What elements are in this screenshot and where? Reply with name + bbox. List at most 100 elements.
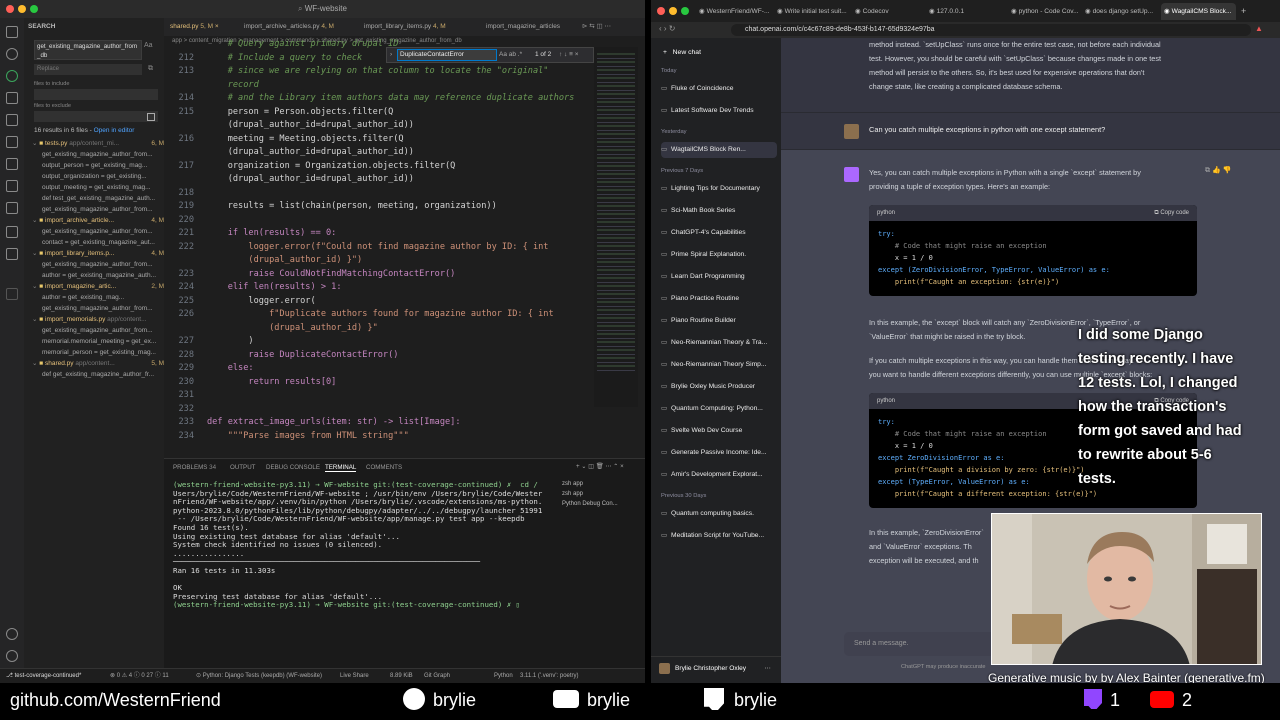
search-result-match[interactable]: def get_existing_magazine_author_fr...: [42, 370, 160, 380]
chat-history-item[interactable]: ▭ WagtailCMS Block Ren...: [661, 142, 777, 158]
database-icon[interactable]: [6, 248, 18, 260]
status-git-graph[interactable]: Git Graph: [424, 669, 450, 683]
terminal-icon[interactable]: [6, 288, 18, 300]
replace-input[interactable]: Replace: [34, 64, 142, 75]
search-result-match[interactable]: get_existing_magazine_author_from...: [42, 227, 160, 237]
code-text[interactable]: (drupal_author_id) }"): [207, 254, 362, 268]
new-tab-icon[interactable]: +: [1241, 3, 1251, 20]
tab-output[interactable]: OUTPUT: [230, 464, 255, 471]
code-line[interactable]: 231: [164, 389, 634, 403]
browser-tab[interactable]: ◉ python - Code Cov...: [1011, 3, 1081, 20]
toggle-replace-icon[interactable]: ›: [390, 48, 392, 62]
code-text[interactable]: record: [207, 79, 259, 93]
find-nav-icons[interactable]: ↑ ↓ ≡ ×: [559, 48, 579, 62]
terminal-session[interactable]: Python Debug Con...: [562, 499, 618, 509]
search-result-match[interactable]: author = get_existing_mag...: [42, 293, 160, 303]
code-lines[interactable]: # Query against primary drupal ID 212 # I…: [164, 38, 594, 458]
search-result-match[interactable]: memorial.memorial_meeting = get_ex...: [42, 337, 160, 347]
tab-import-magazine-articles[interactable]: import_magazine_articles: [486, 18, 560, 36]
tab-import-archive-articles[interactable]: import_archive_articles.py 4, M: [244, 18, 334, 36]
status-python-version[interactable]: 3.11.1 ('.venv': poetry): [520, 669, 579, 683]
code-line[interactable]: 213 # since we are relying on that colum…: [164, 65, 634, 79]
find-input[interactable]: DuplicateContactError: [397, 49, 497, 61]
code-text[interactable]: elif len(results) > 1:: [207, 281, 342, 295]
chat-history-item[interactable]: ▭ Meditation Script for YouTube...: [661, 528, 777, 544]
search-result-match[interactable]: output_person = get_existing_mag...: [42, 161, 160, 171]
chat-history-item[interactable]: ▭ Fluke of Coincidence: [661, 81, 777, 97]
search-result-match[interactable]: output_organization = get_existing...: [42, 172, 160, 182]
back-forward-reload-icons[interactable]: ‹ › ↻: [659, 24, 675, 33]
chat-history-item[interactable]: ▭ Lighting Tips for Documentary: [661, 181, 777, 197]
chat-history-item[interactable]: ▭ ChatGPT-4's Capabilities: [661, 225, 777, 241]
open-in-editor-link[interactable]: Open in editor: [94, 127, 135, 134]
settings-gear-icon[interactable]: [6, 650, 18, 662]
docker-icon[interactable]: [6, 202, 18, 214]
chat-history-item[interactable]: ▭ Neo-Riemannian Theory & Tra...: [661, 335, 777, 351]
code-line[interactable]: 219 results = list(chain(person, meeting…: [164, 200, 634, 214]
code-line[interactable]: 214 # and the Library item authors data …: [164, 92, 634, 106]
code-line[interactable]: 222 logger.error(f"Could not find magazi…: [164, 241, 634, 255]
code-text[interactable]: logger.error(: [207, 295, 315, 309]
code-line[interactable]: 220: [164, 214, 634, 228]
code-line[interactable]: (drupal_author_id=drupal_author_id)): [164, 146, 634, 160]
code-text[interactable]: (drupal_author_id=drupal_author_id)): [207, 146, 414, 160]
code-line[interactable]: 228 raise DuplicateContactError(): [164, 349, 634, 363]
code-line[interactable]: 216 meeting = Meeting.objects.filter(Q: [164, 133, 634, 147]
search-result-match[interactable]: contact = get_existing_magazine_aut...: [42, 238, 160, 248]
brave-shield-icon[interactable]: ▲: [1255, 24, 1263, 33]
code-text[interactable]: raise CouldNotFindMatchingContactError(): [207, 268, 455, 282]
code-text[interactable]: return results[0]: [207, 376, 336, 390]
code-line[interactable]: 217 organization = Organization.objects.…: [164, 160, 634, 174]
code-text[interactable]: # since we are relying on that column to…: [207, 65, 549, 79]
status-problems[interactable]: ⊗ 0 ⚠ 4 ⓘ 0 27 ⓘ 11: [110, 669, 169, 683]
terminal-session[interactable]: zsh app: [562, 489, 618, 499]
search-options-icon[interactable]: Aa: [144, 42, 153, 49]
tab-import-library-items[interactable]: import_library_items.py 4, M: [364, 18, 446, 36]
search-result-match[interactable]: get_existing_magazine_author_from...: [42, 205, 160, 215]
search-result-match[interactable]: output_meeting = get_existing_mag...: [42, 183, 160, 193]
chat-history-item[interactable]: ▭ Piano Routine Builder: [661, 313, 777, 329]
terminal-session[interactable]: zsh app: [562, 479, 618, 489]
code-line[interactable]: 223 raise CouldNotFindMatchingContactErr…: [164, 268, 634, 282]
browser-tab-active[interactable]: ◉ WagtailCMS Block...: [1161, 3, 1236, 20]
search-result-file[interactable]: ⌄ ■ shared.py app/content... 5, M: [32, 359, 164, 369]
browser-tab[interactable]: ◉ Write initial test suit...: [777, 3, 851, 20]
editor-actions-icons[interactable]: ⊳ ⇆ ◫ ⋯: [582, 18, 611, 36]
code-text[interactable]: else:: [207, 362, 254, 376]
search-result-match[interactable]: def test_get_existing_magazine_auth...: [42, 194, 160, 204]
code-line[interactable]: 232: [164, 403, 634, 417]
zoom-window-icon[interactable]: [30, 5, 38, 13]
minimize-window-icon[interactable]: [669, 7, 677, 15]
code-line[interactable]: 229 else:: [164, 362, 634, 376]
status-debug-config[interactable]: ⊙ Python: Django Tests (keepdb) (WF-webs…: [196, 669, 322, 683]
chat-history-item[interactable]: ▭ Amir's Development Explorat...: [661, 467, 777, 483]
search-result-match[interactable]: memorial_person = get_existing_mag...: [42, 348, 160, 358]
code-line[interactable]: 225 logger.error(: [164, 295, 634, 309]
chat-history-item[interactable]: ▭ Learn Dart Programming: [661, 269, 777, 285]
extensions-icon[interactable]: [6, 114, 18, 126]
chat-history-item[interactable]: ▭ Piano Practice Routine: [661, 291, 777, 307]
code-line[interactable]: 226 f"Duplicate authors found for magazi…: [164, 308, 634, 322]
code-text[interactable]: if len(results) == 0:: [207, 227, 337, 241]
chat-history-item[interactable]: ▭ Generate Passive Income: Ide...: [661, 445, 777, 461]
tab-comments[interactable]: COMMENTS: [366, 464, 402, 471]
chat-history-item[interactable]: ▭ Brylie Oxley Music Producer: [661, 379, 777, 395]
search-result-file[interactable]: ⌄ ■ import_archive_article... 4, M: [32, 216, 164, 226]
code-line[interactable]: (drupal_author_id=drupal_author_id)): [164, 119, 634, 133]
status-live-share[interactable]: Live Share: [340, 669, 369, 683]
chat-history-item[interactable]: ▭ Quantum computing basics.: [661, 506, 777, 522]
code-line[interactable]: 218: [164, 187, 634, 201]
tab-shared-py[interactable]: shared.py 5, M ×: [170, 18, 219, 36]
copy-code-button[interactable]: ⧉ Copy code: [1154, 205, 1189, 221]
code-text[interactable]: results = list(chain(person, meeting, or…: [207, 200, 497, 214]
code-line[interactable]: (drupal_author_id) }"): [164, 254, 634, 268]
code-line[interactable]: 215 person = Person.objects.filter(Q: [164, 106, 634, 120]
code-text[interactable]: ): [207, 335, 253, 349]
search-result-match[interactable]: author = get_existing_magazine_auth...: [42, 271, 160, 281]
terminal-output[interactable]: (western-friend-website-py3.11) → WF-web…: [164, 481, 559, 661]
code-text[interactable]: # Query against primary drupal ID: [207, 38, 399, 52]
tab-problems[interactable]: PROBLEMS 34: [173, 464, 216, 471]
browser-tab[interactable]: ◉ 127.0.0.1: [929, 3, 999, 20]
minimap[interactable]: [594, 47, 638, 407]
feedback-icons[interactable]: ⧉ 👍 👎: [1205, 166, 1231, 175]
